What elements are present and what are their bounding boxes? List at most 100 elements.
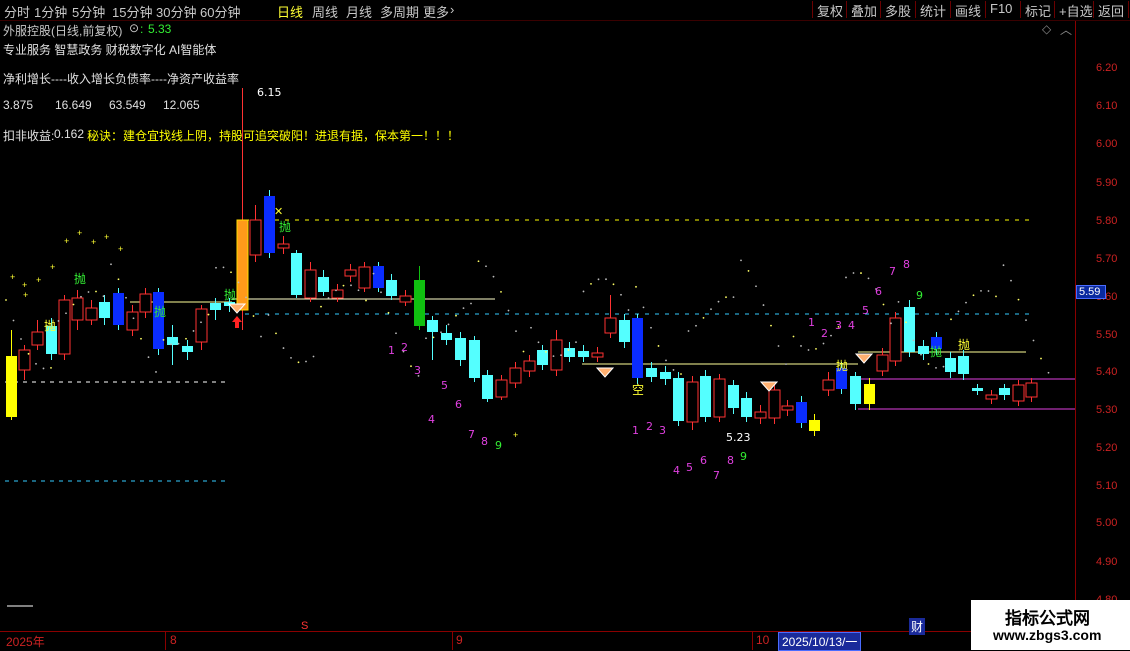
trend-dot xyxy=(20,338,22,340)
trend-dot xyxy=(672,369,675,371)
selected-date[interactable]: 2025/10/13/一 xyxy=(778,632,862,651)
trend-dot xyxy=(965,301,967,304)
trend-dot xyxy=(627,309,630,311)
trend-dot xyxy=(447,323,450,326)
tab-30min[interactable]: 30分钟 xyxy=(156,2,196,21)
trend-dot xyxy=(65,312,67,315)
tab-monthly[interactable]: 月线 xyxy=(346,2,372,21)
trend-dot xyxy=(845,276,847,279)
trend-dot xyxy=(912,339,915,342)
trend-dot xyxy=(260,335,262,338)
trend-dot xyxy=(462,307,465,310)
tab-intraday[interactable]: 分时 xyxy=(4,2,30,21)
candle-body xyxy=(523,360,536,372)
multi-stock-button[interactable]: 多股 xyxy=(880,1,915,19)
candle-body xyxy=(85,307,98,321)
sequence-count: 5 xyxy=(862,304,869,317)
candle-body xyxy=(889,317,902,362)
trend-dot xyxy=(222,266,225,269)
candle-body xyxy=(167,337,178,345)
back-button[interactable]: 返回 xyxy=(1093,1,1130,19)
candle-body xyxy=(58,299,71,355)
tab-1min[interactable]: 1分钟 xyxy=(34,2,67,21)
trend-dot xyxy=(515,330,517,332)
tab-multi-period[interactable]: 多周期 xyxy=(380,2,419,21)
diamond-signal-icon xyxy=(854,353,874,364)
trend-dot xyxy=(500,290,502,293)
candle-body xyxy=(153,292,164,349)
trend-dot xyxy=(267,314,270,316)
trend-dot xyxy=(725,296,727,299)
site-watermark: 指标公式网 www.zbgs3.com xyxy=(971,600,1130,650)
overlay-button[interactable]: 叠加 xyxy=(846,1,881,19)
plus-marker: + xyxy=(50,262,55,272)
trend-dot xyxy=(815,347,817,350)
candle-body xyxy=(918,346,929,354)
adjust-button[interactable]: 复权 xyxy=(812,1,847,19)
finance-mark[interactable]: 财 xyxy=(909,618,926,635)
sequence-count: 1 xyxy=(808,316,815,329)
tab-60min[interactable]: 60分钟 xyxy=(200,2,240,21)
add-watchlist-button[interactable]: +自选 xyxy=(1054,1,1097,19)
trend-dot xyxy=(177,342,180,345)
trend-dot xyxy=(1025,319,1027,322)
trend-dot xyxy=(695,324,697,327)
trend-dot xyxy=(110,263,112,266)
f10-button[interactable]: F10 xyxy=(985,1,1016,18)
candlestick-chart[interactable]: 6.155.23抛抛抛抛抛抛抛 抛空✕1 2345678 91 2 34 5678 9123 4… xyxy=(0,21,1130,650)
tab-weekly[interactable]: 周线 xyxy=(312,2,338,21)
trend-dot xyxy=(605,278,607,281)
trend-dot xyxy=(687,330,690,332)
trend-dot xyxy=(200,321,202,324)
trend-dot xyxy=(987,290,990,292)
tab-5min[interactable]: 5分钟 xyxy=(72,2,105,21)
candle-body xyxy=(344,269,357,277)
sequence-count: 6 xyxy=(875,285,882,298)
diamond-signal-icon xyxy=(595,367,615,378)
sell-signal: 抛 xyxy=(74,271,86,286)
tab-15min[interactable]: 15分钟 xyxy=(112,2,152,21)
candle-body xyxy=(386,280,397,296)
trend-dot xyxy=(822,342,825,345)
trend-dot xyxy=(890,322,892,325)
trend-dot xyxy=(665,359,667,362)
watermark-url: www.zbgs3.com xyxy=(993,627,1102,643)
trend-dot xyxy=(597,278,600,281)
trend-dot xyxy=(747,270,750,272)
date-axis: 2025年 8 S 9 10 2025/10/13/一 财 xyxy=(0,618,1130,651)
statistics-button[interactable]: 统计 xyxy=(915,1,950,19)
trend-dot xyxy=(567,349,570,351)
trend-dot xyxy=(995,295,997,298)
candle-body xyxy=(754,411,767,419)
candle-body xyxy=(482,375,493,399)
sequence-count: 5 xyxy=(441,379,448,392)
tab-more[interactable]: 更多 xyxy=(423,2,449,21)
plus-marker: + xyxy=(64,236,69,246)
plus-marker: + xyxy=(104,232,109,242)
candle-body xyxy=(686,381,699,423)
chevron-right-icon[interactable]: › xyxy=(450,2,454,17)
trend-dot xyxy=(102,295,105,298)
sell-signal: 抛 xyxy=(930,344,942,359)
trend-dot xyxy=(12,319,15,322)
sequence-count: 4 xyxy=(673,464,680,477)
candle-body xyxy=(864,384,875,404)
sell-signal: 抛 xyxy=(958,337,970,352)
trend-dot xyxy=(485,265,487,268)
candle-body xyxy=(591,352,604,358)
draw-line-button[interactable]: 画线 xyxy=(950,1,985,19)
candle-body xyxy=(632,318,643,378)
trend-dot xyxy=(612,283,615,286)
trend-dot xyxy=(380,291,382,294)
candle-body xyxy=(604,317,617,334)
candle-body xyxy=(331,289,344,299)
trend-dot xyxy=(1040,357,1042,360)
mark-button[interactable]: 标记 xyxy=(1020,1,1055,19)
tab-daily[interactable]: 日线 xyxy=(277,2,303,21)
month-label-aug: 8 xyxy=(170,633,177,647)
sequence-count: 7 xyxy=(713,469,720,482)
trend-dot xyxy=(650,326,652,329)
candle-body xyxy=(646,368,657,377)
trend-dot xyxy=(702,316,705,319)
candle-body xyxy=(182,346,193,352)
